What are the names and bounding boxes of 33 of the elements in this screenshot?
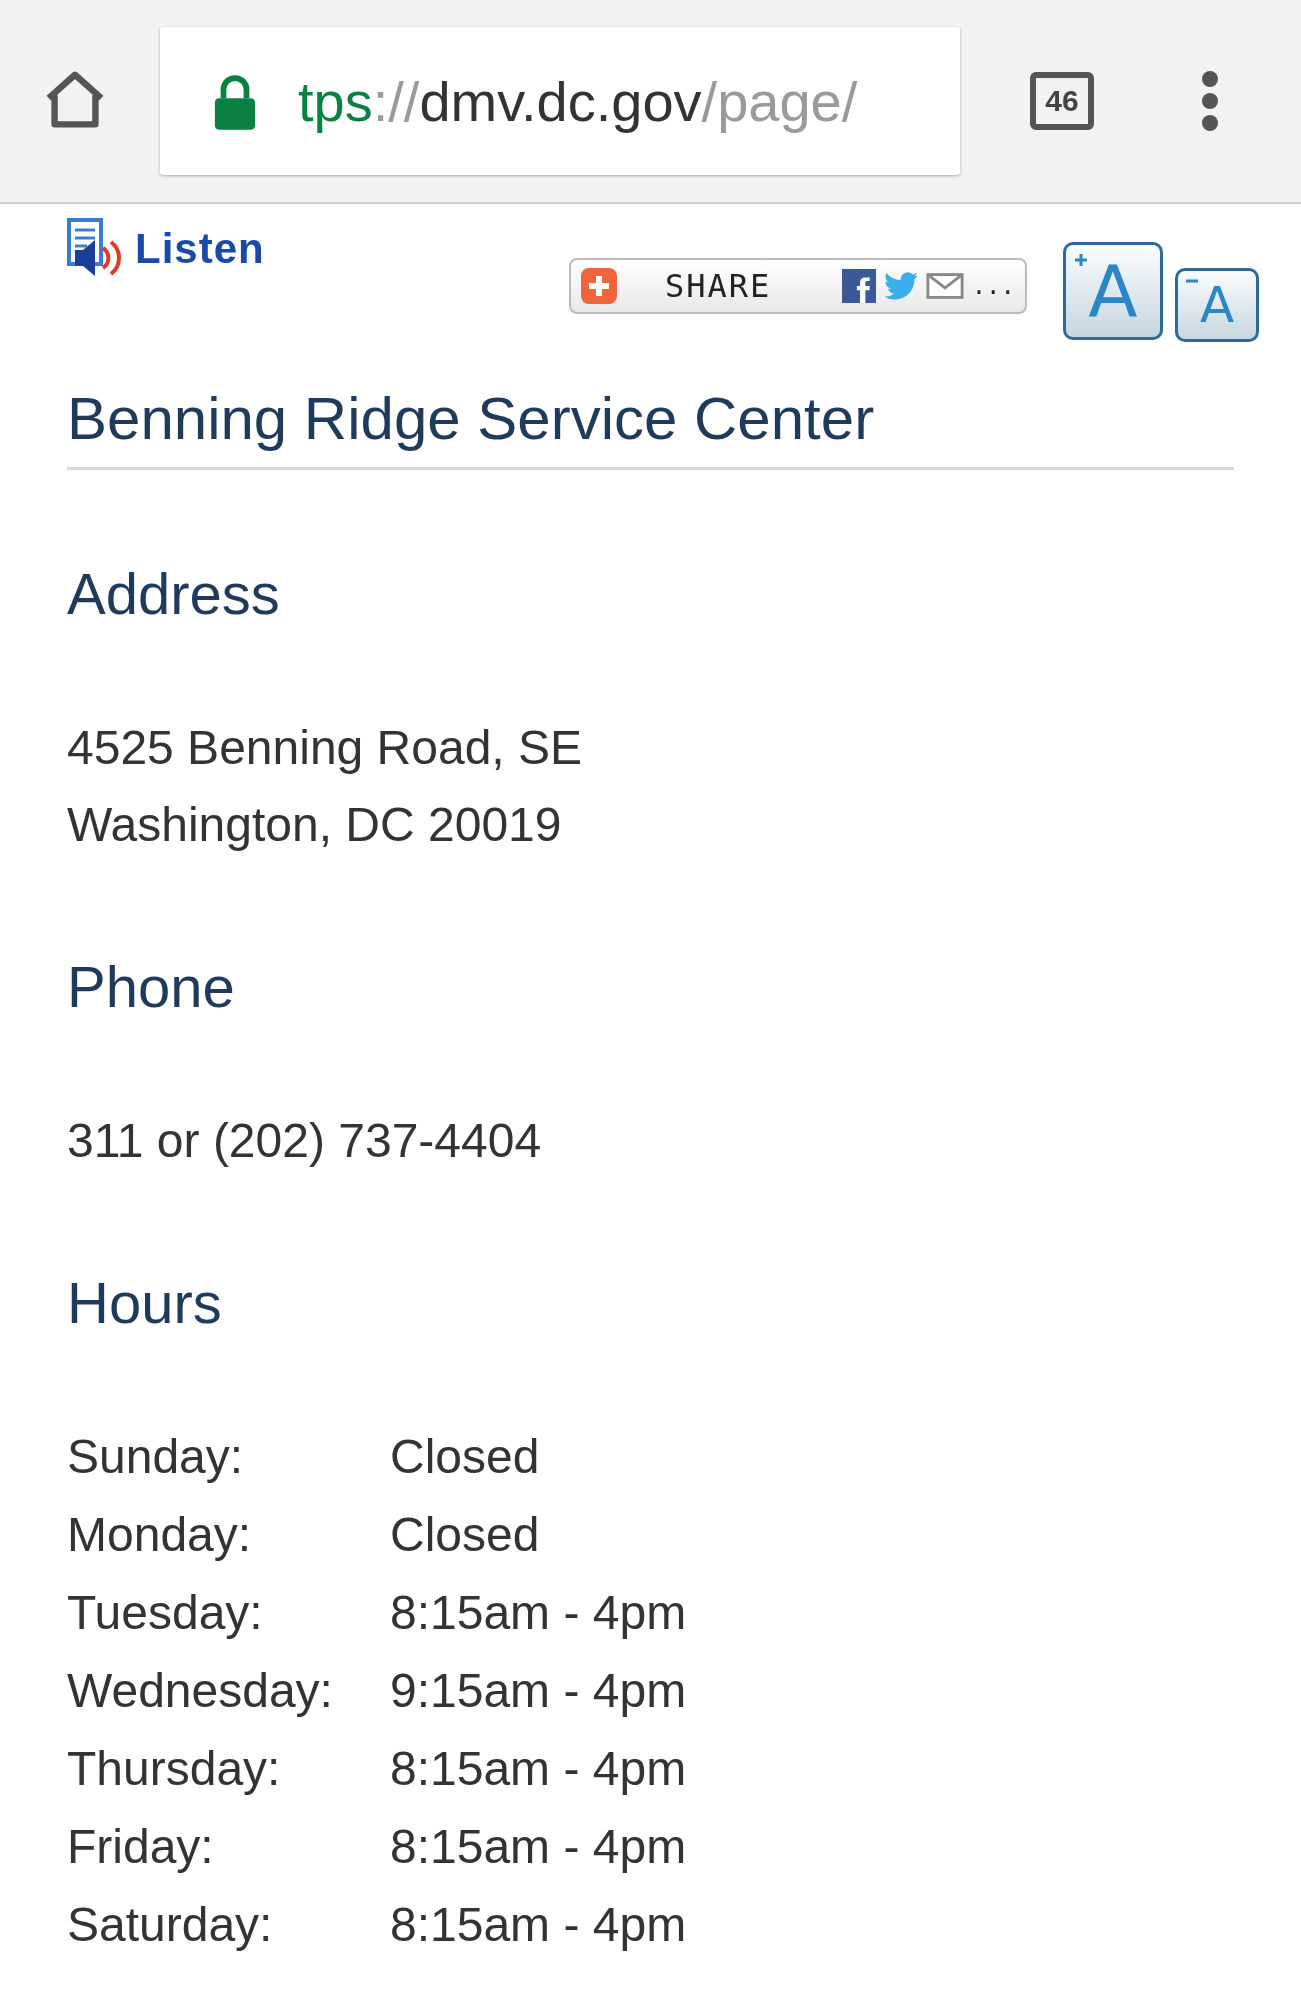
- bird-icon: [883, 271, 918, 301]
- day-label: Sunday:: [67, 1429, 245, 1485]
- info-text: 311 or (202) 737-4404: [67, 1113, 543, 1169]
- info-text: Washington, DC 20019: [67, 797, 563, 853]
- hours-value: Closed: [390, 1507, 541, 1563]
- plus-icon: [581, 268, 617, 304]
- day-label: Saturday:: [67, 1897, 274, 1953]
- hours-value: Closed: [390, 1429, 541, 1485]
- day-label: Thursday:: [67, 1741, 282, 1797]
- facebook-icon: [841, 269, 876, 303]
- mail-icon: [925, 272, 964, 300]
- tab-count-button[interactable]: 46: [1030, 72, 1094, 130]
- url-text: tps://dmv.dc.gov/page/: [298, 68, 858, 134]
- section-heading: Hours: [67, 1269, 223, 1336]
- day-label: Tuesday:: [67, 1585, 264, 1641]
- hours-value: 8:15am - 4pm: [390, 1741, 687, 1797]
- listen-link[interactable]: Listen: [67, 218, 265, 280]
- menu-icon[interactable]: [1200, 69, 1220, 133]
- minus-icon: [1186, 279, 1198, 283]
- info-text: 4525 Benning Road, SE: [67, 720, 584, 776]
- section-heading: Address: [67, 560, 281, 627]
- day-label: Monday:: [67, 1507, 253, 1563]
- day-label: Wednesday:: [67, 1663, 334, 1719]
- section-heading: Phone: [67, 953, 236, 1020]
- hours-value: 8:15am - 4pm: [390, 1819, 687, 1875]
- hours-value: 8:15am - 4pm: [390, 1897, 687, 1953]
- hours-value: 9:15am - 4pm: [390, 1663, 687, 1719]
- hours-value: 8:15am - 4pm: [390, 1585, 687, 1641]
- plus-icon: [1074, 253, 1088, 267]
- address-field[interactable]: tps://dmv.dc.gov/page/: [160, 27, 960, 175]
- share-button[interactable]: SHARE ...: [569, 258, 1027, 314]
- day-label: Friday:: [67, 1819, 215, 1875]
- page-title: Benning Ridge Service Center: [67, 384, 1234, 470]
